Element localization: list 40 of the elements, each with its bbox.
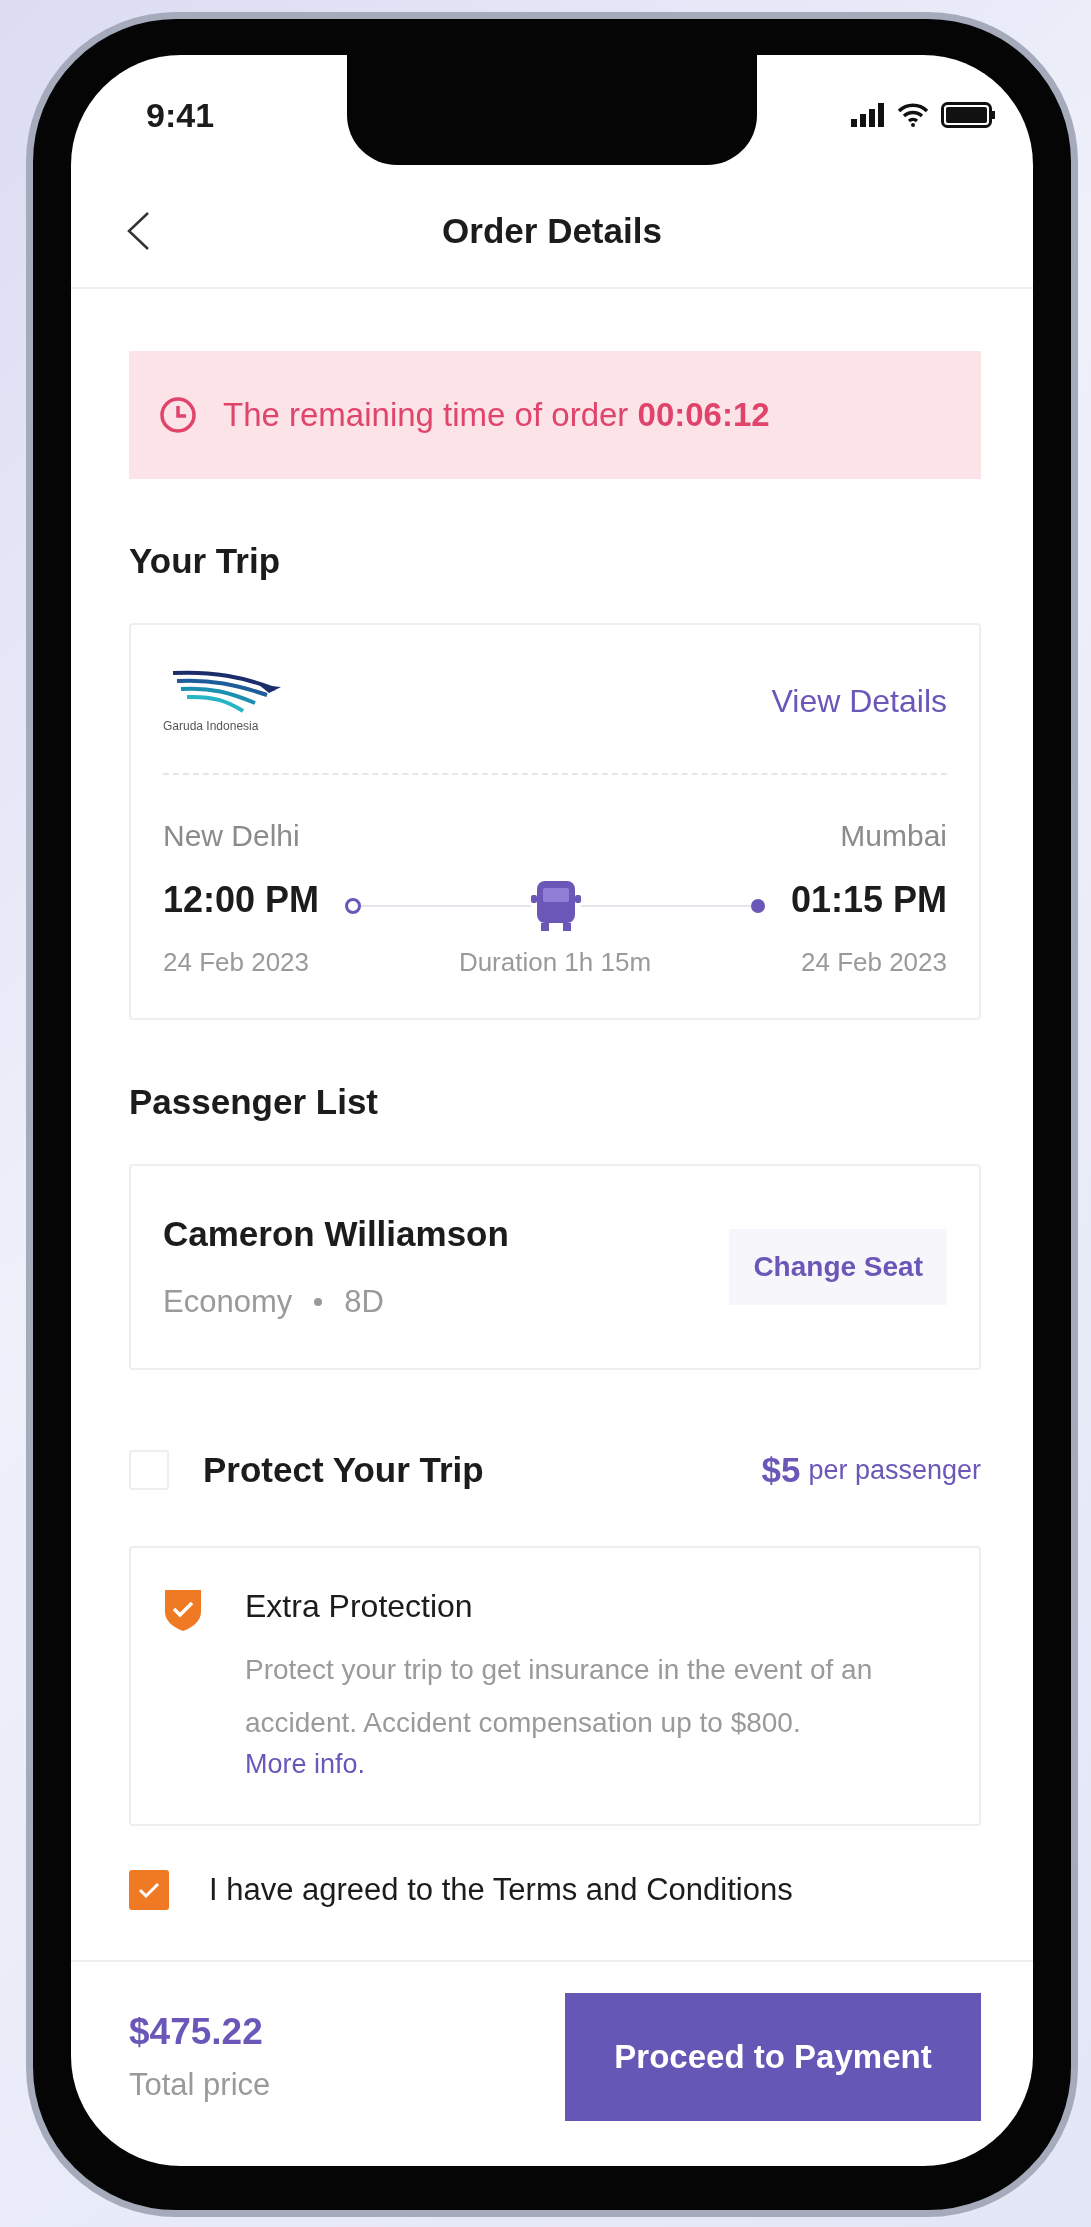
price-unit: per passenger <box>808 1454 981 1486</box>
wifi-icon <box>897 103 929 127</box>
seat-number: 8D <box>344 1284 384 1320</box>
view-details-link[interactable]: View Details <box>771 682 947 720</box>
shield-check-icon <box>163 1588 203 1632</box>
section-title: Passenger List <box>129 1082 379 1122</box>
protection-description: Protect your trip to get insurance in the event of an accident. Accident compensation up to $800. <box>245 1653 874 1740</box>
seat-class: Economy <box>163 1284 293 1320</box>
protect-trip-title: Protect Your Trip <box>203 1450 485 1490</box>
separator-dot-icon <box>314 1298 323 1306</box>
proceed-button[interactable]: Proceed to Payment <box>565 1993 981 2121</box>
origin-dot <box>345 898 362 914</box>
page-title: Order Details <box>442 211 662 251</box>
clock-icon <box>159 396 197 434</box>
airline-name: Garuda Indonesia <box>163 719 260 733</box>
terms-checkbox[interactable] <box>129 1870 169 1910</box>
protection-option-title: Extra Protection <box>245 1588 474 1625</box>
battery-icon <box>941 102 995 128</box>
status-time: 9:41 <box>146 95 215 135</box>
departure-city: New Delhi <box>163 819 301 853</box>
checkmark-icon <box>137 1880 161 1900</box>
bus-icon <box>531 879 581 933</box>
back-icon[interactable] <box>126 211 150 251</box>
protection-price: $5 <box>761 1450 801 1490</box>
more-info-link[interactable]: More info. <box>245 1749 366 1779</box>
arrival-time: 01:15 PM <box>790 879 947 921</box>
timer-text: The remaining time of order 00:06:12 <box>223 396 770 434</box>
total-price: $475.22 <box>129 2011 264 2053</box>
change-seat-button[interactable]: Change Seat <box>729 1229 947 1305</box>
terms-text: I have agreed to the Terms and Conditions <box>209 1872 793 1908</box>
arrival-city: Mumbai <box>840 819 947 853</box>
signal-icon <box>851 103 885 127</box>
trip-duration: Duration 1h 15m <box>458 947 652 978</box>
arrival-date: 24 Feb 2023 <box>801 947 947 978</box>
destination-dot <box>750 899 765 913</box>
section-title: Your Trip <box>129 541 282 581</box>
departure-date: 24 Feb 2023 <box>163 947 310 978</box>
departure-time: 12:00 PM <box>163 879 320 921</box>
passenger-name: Cameron Williamson <box>163 1214 509 1254</box>
total-label: Total price <box>129 2067 271 2103</box>
